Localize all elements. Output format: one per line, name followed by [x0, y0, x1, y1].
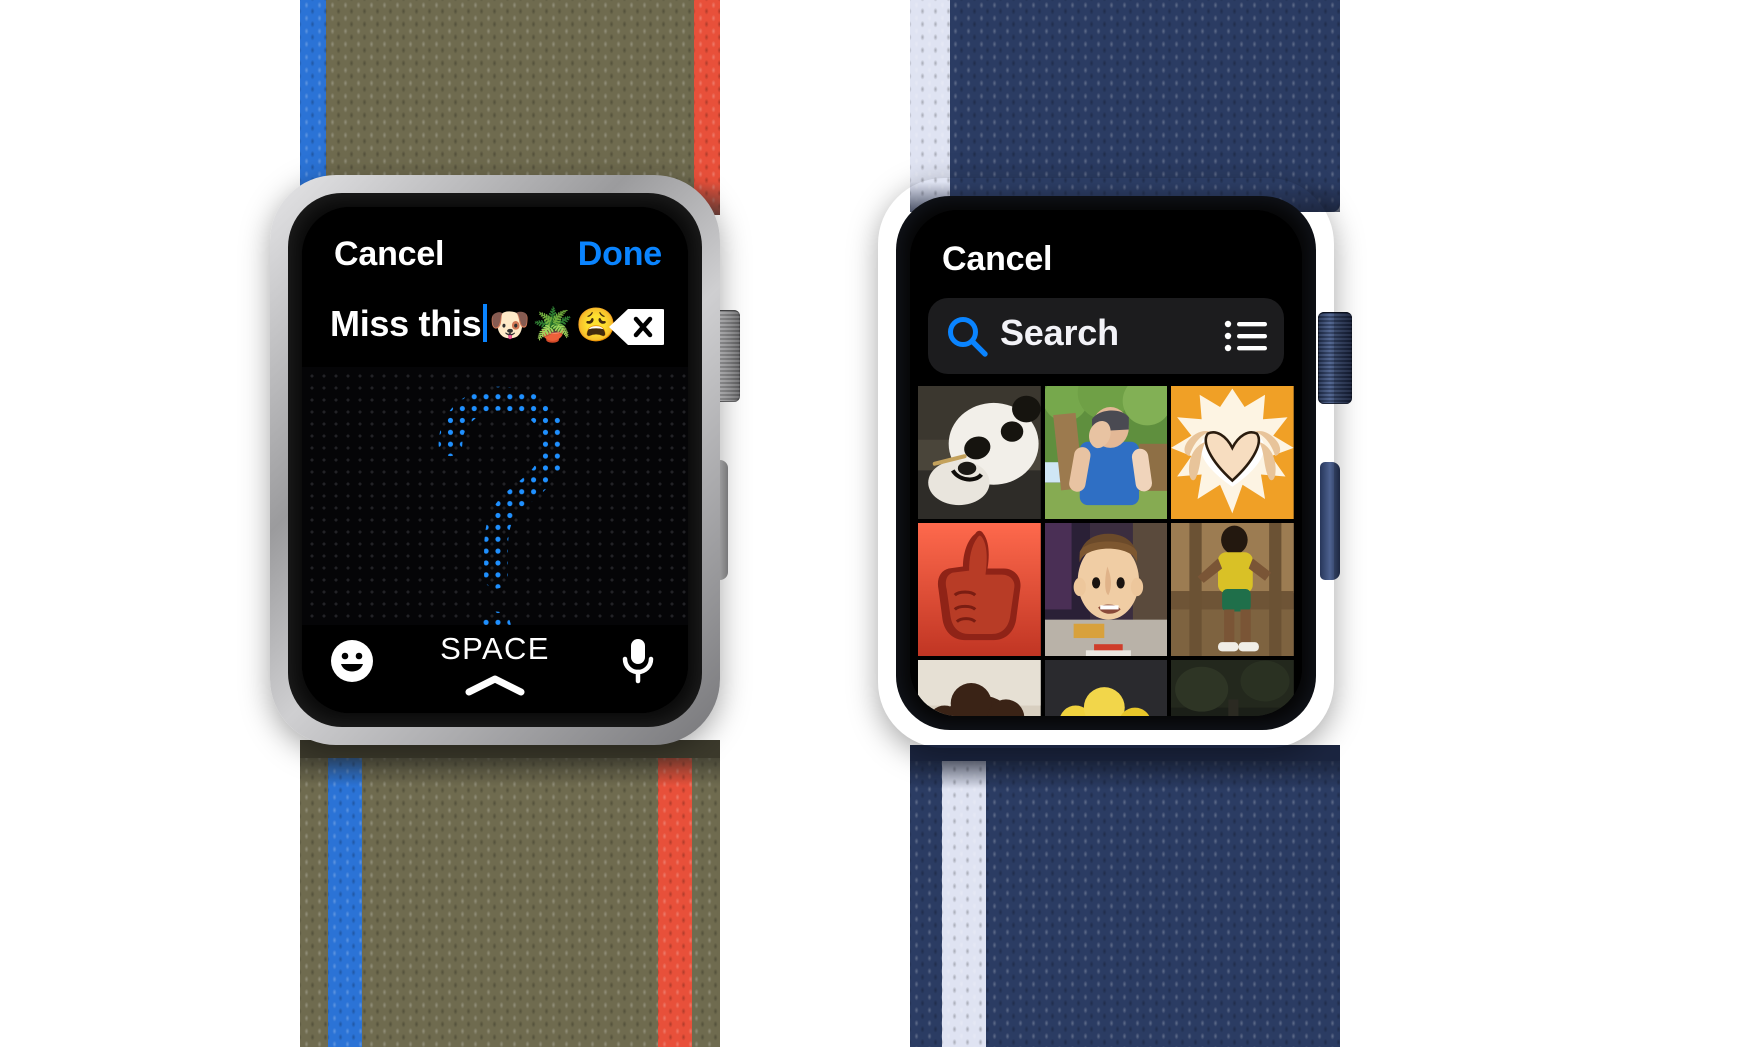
typed-text-field[interactable]: Miss this 🐶🪴😩 [330, 303, 619, 345]
tile-curly-hair[interactable] [918, 660, 1041, 716]
text-caret [483, 304, 488, 342]
done-button[interactable]: Done [578, 235, 662, 274]
scribble-canvas[interactable] [302, 367, 688, 694]
tile-cartoon-boy[interactable] [1044, 523, 1168, 656]
watch-screen-right: Cancel Search [910, 210, 1302, 716]
cancel-button[interactable]: Cancel [334, 235, 444, 274]
tile-dancer[interactable] [1171, 523, 1294, 656]
band-stripe-lavender-lower [942, 745, 986, 1047]
tile-yellow-toy[interactable] [1044, 660, 1168, 716]
band-stripe-orange-lower [658, 740, 692, 1047]
watch-band-bottom [300, 740, 720, 1047]
scribble-drawn-glyph [302, 367, 688, 694]
cancel-button-right[interactable]: Cancel [942, 240, 1052, 279]
watch-case-right: Cancel Search [878, 178, 1334, 748]
navigation-bar: Cancel Done [302, 235, 688, 279]
typed-emoji: 🐶🪴😩 [489, 306, 619, 343]
apple-watch-left: Cancel Done Miss this 🐶🪴😩 SPACE [240, 0, 760, 1047]
tile-thumbs-up[interactable] [918, 523, 1041, 656]
tile-dark-scene[interactable] [1171, 660, 1294, 716]
tile-heart-hands[interactable] [1171, 386, 1294, 519]
tile-facepalm[interactable] [1044, 386, 1168, 519]
delete-backward-icon[interactable] [608, 307, 666, 347]
band-stripe-blue-lower [328, 740, 362, 1047]
tile-panda[interactable] [918, 386, 1041, 519]
text-input-row[interactable]: Miss this 🐶🪴😩 [302, 301, 688, 363]
watch-band-bottom-right [910, 745, 1340, 1047]
microphone-icon[interactable] [620, 637, 656, 685]
watch-case-left: Cancel Done Miss this 🐶🪴😩 SPACE [270, 175, 720, 745]
typed-text-value: Miss this [330, 303, 482, 344]
search-icon [946, 315, 988, 357]
apple-watch-right: Cancel Search [840, 0, 1400, 1047]
keyboard-bottom-row: SPACE [302, 625, 688, 713]
watch-screen-left: Cancel Done Miss this 🐶🪴😩 SPACE [302, 207, 688, 713]
search-placeholder: Search [1000, 312, 1119, 353]
screenshot-root: Cancel Done Miss this 🐶🪴😩 SPACE Cancel S… [0, 0, 1750, 1047]
search-field[interactable]: Search [928, 298, 1284, 374]
gif-results-grid[interactable] [918, 386, 1294, 716]
list-bullet-icon[interactable] [1224, 320, 1268, 352]
